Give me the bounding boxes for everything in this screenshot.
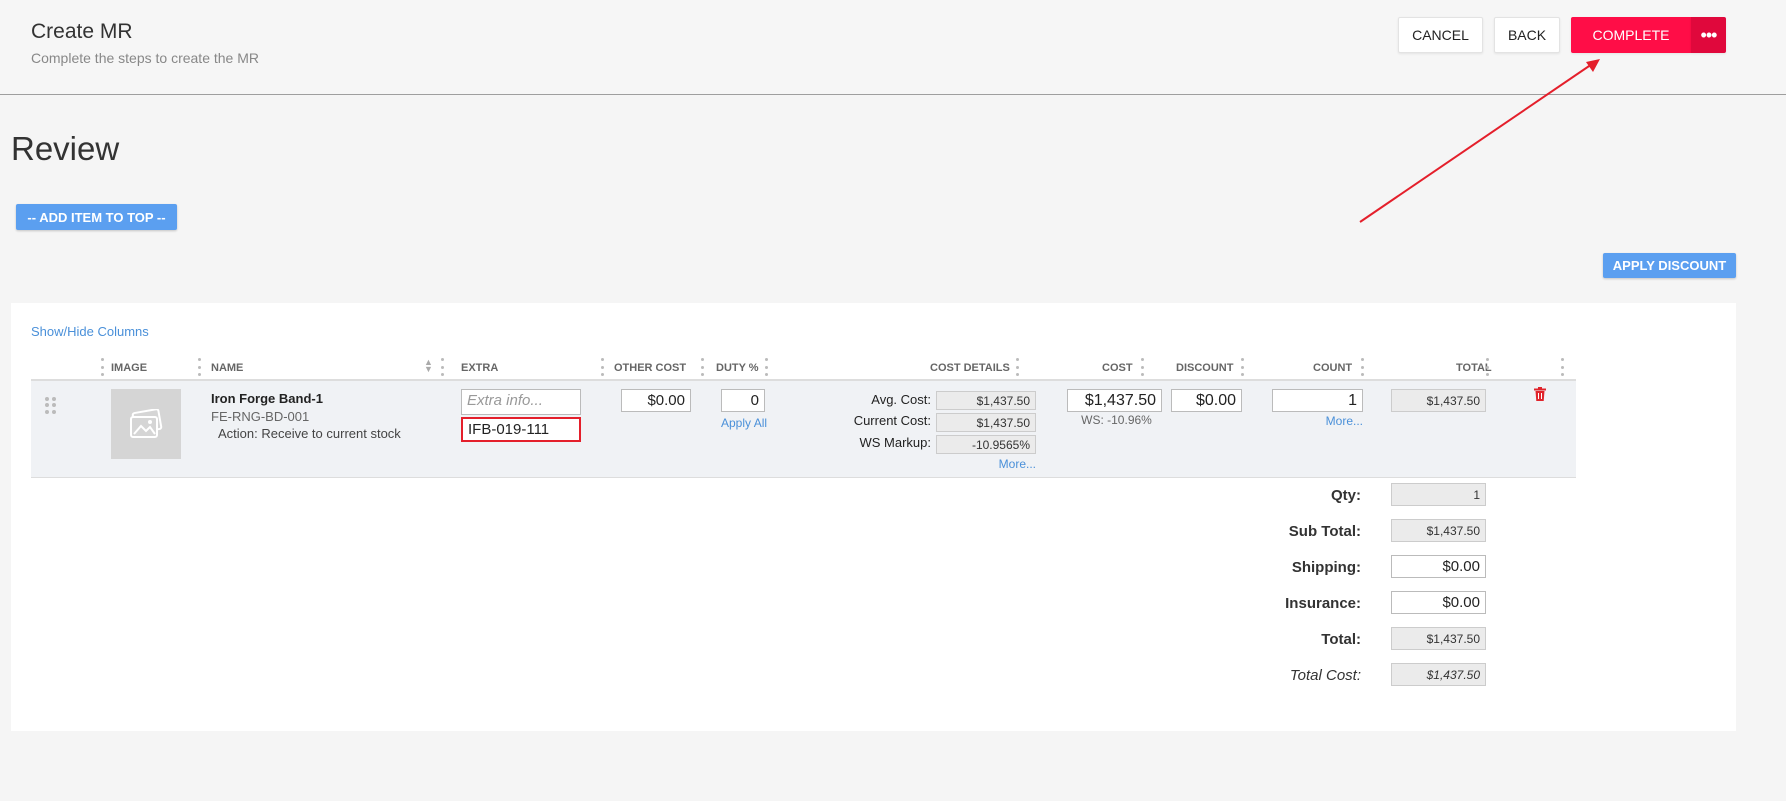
qty-value: 1 — [1391, 483, 1486, 506]
shipping-label: Shipping: — [1291, 559, 1361, 576]
table-row: Iron Forge Band-1 FE-RNG-BD-001 Action: … — [31, 381, 1576, 478]
count-input[interactable]: 1 — [1272, 389, 1363, 412]
current-cost-value: $1,437.50 — [936, 413, 1036, 432]
column-resize-handle[interactable] — [1561, 358, 1564, 376]
complete-button[interactable]: COMPLETE — [1571, 17, 1691, 53]
column-header-count: COUNT — [1313, 362, 1353, 374]
cost-details-more-link[interactable]: More... — [979, 457, 1036, 471]
ws-markup-label: WS Markup: — [859, 435, 931, 450]
item-name: Iron Forge Band-1 — [211, 391, 323, 406]
column-resize-handle[interactable] — [1486, 358, 1489, 376]
ws-note: WS: -10.96% — [1081, 413, 1152, 427]
drag-handle-icon[interactable] — [45, 397, 56, 414]
product-image-placeholder — [111, 389, 181, 459]
extra-info-value-input[interactable]: IFB-019-111 — [461, 417, 581, 442]
total-label: Total: — [1321, 631, 1361, 648]
items-panel: Show/Hide Columns IMAGE NAME ▲ ▼ EXTRA OT… — [11, 303, 1736, 731]
total-cost-value: $1,437.50 — [1391, 663, 1486, 686]
column-resize-handle[interactable] — [1141, 358, 1144, 376]
column-resize-handle[interactable] — [1016, 358, 1019, 376]
add-item-to-top-button[interactable]: -- ADD ITEM TO TOP -- — [16, 204, 177, 230]
annotation-arrow — [1359, 59, 1600, 223]
column-resize-handle[interactable] — [765, 358, 768, 376]
column-header-extra: EXTRA — [461, 362, 499, 374]
column-resize-handle[interactable] — [101, 358, 104, 376]
column-resize-handle[interactable] — [1241, 358, 1244, 376]
review-heading: Review — [11, 130, 120, 167]
item-total-value: $1,437.50 — [1391, 389, 1486, 412]
total-cost-label: Total Cost: — [1289, 667, 1361, 684]
column-resize-handle[interactable] — [1361, 358, 1364, 376]
other-cost-input[interactable]: $0.00 — [621, 389, 691, 412]
subtotal-value: $1,437.50 — [1391, 519, 1486, 542]
insurance-label: Insurance: — [1285, 595, 1361, 612]
total-value: $1,437.50 — [1391, 627, 1486, 650]
shipping-input[interactable]: $0.00 — [1391, 555, 1486, 578]
subtotal-label: Sub Total: — [1288, 523, 1361, 540]
cancel-button[interactable]: CANCEL — [1398, 17, 1483, 53]
show-hide-columns-link[interactable]: Show/Hide Columns — [31, 324, 149, 339]
sort-icon[interactable]: ▲ ▼ — [424, 358, 433, 374]
discount-input[interactable]: $0.00 — [1171, 389, 1242, 412]
column-header-name: NAME — [211, 362, 244, 374]
column-header-cost-details: COST DETAILS — [930, 362, 1010, 374]
insurance-input[interactable]: $0.00 — [1391, 591, 1486, 614]
column-resize-handle[interactable] — [441, 358, 444, 376]
column-resize-handle[interactable] — [601, 358, 604, 376]
column-header-discount: DISCOUNT — [1176, 362, 1234, 374]
image-icon — [130, 409, 163, 438]
avg-cost-value: $1,437.50 — [936, 391, 1036, 410]
item-sku: FE-RNG-BD-001 — [211, 409, 310, 424]
qty-label: Qty: — [1331, 487, 1361, 504]
current-cost-label: Current Cost: — [853, 413, 931, 428]
extra-info-input[interactable]: Extra info... — [461, 389, 581, 415]
column-resize-handle[interactable] — [701, 358, 704, 376]
column-header-cost: COST — [1102, 362, 1133, 374]
avg-cost-link[interactable]: Avg. Cost: — [841, 392, 931, 407]
page-subtitle: Complete the steps to create the MR — [31, 50, 259, 66]
back-button[interactable]: BACK — [1494, 17, 1560, 53]
page-title: Create MR — [31, 20, 133, 43]
duty-input[interactable]: 0 — [721, 389, 765, 412]
item-action: Action: Receive to current stock — [218, 426, 401, 441]
trash-icon[interactable] — [1534, 387, 1546, 401]
column-header-other-cost: OTHER COST — [614, 362, 687, 374]
table-header: IMAGE NAME ▲ ▼ EXTRA OTHER COST DUTY % CO… — [31, 353, 1576, 381]
column-header-duty: DUTY % — [716, 362, 759, 374]
apply-all-link[interactable]: Apply All — [721, 416, 767, 430]
column-header-image: IMAGE — [111, 362, 148, 374]
apply-discount-button[interactable]: APPLY DISCOUNT — [1603, 253, 1736, 278]
more-options-button[interactable]: ••• — [1691, 17, 1726, 53]
ws-markup-value: -10.9565% — [936, 435, 1036, 454]
column-resize-handle[interactable] — [198, 358, 201, 376]
count-more-link[interactable]: More... — [1296, 414, 1363, 428]
cost-input[interactable]: $1,437.50 — [1067, 389, 1162, 412]
